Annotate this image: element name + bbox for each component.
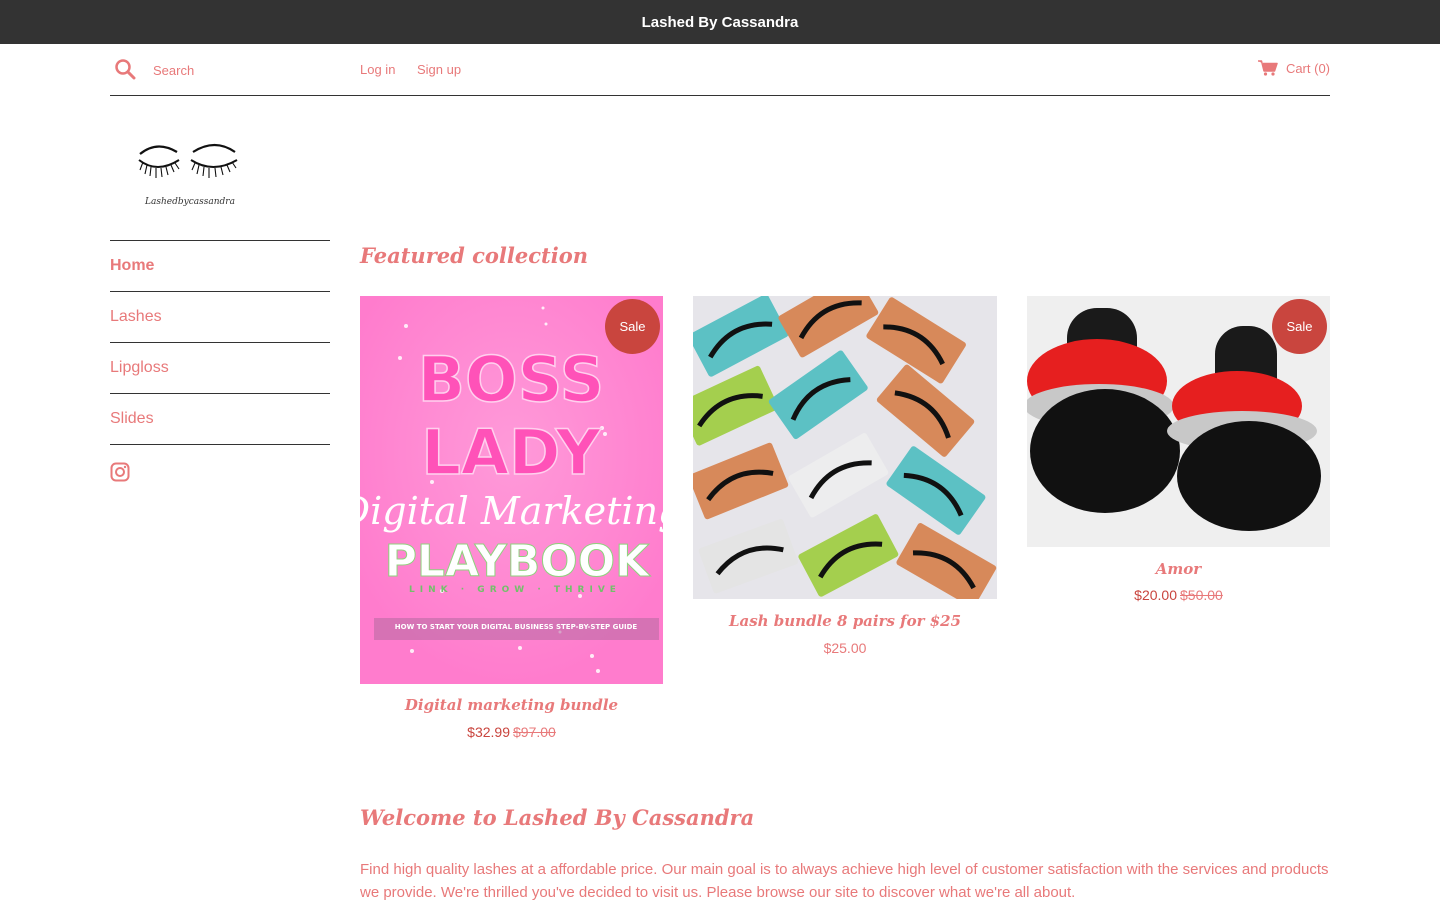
image-text-playbook: PLAYBOOK [385, 536, 651, 587]
sale-price: $32.99 [467, 724, 510, 740]
product-image[interactable]: BOSS LADY Digital Marketing PLAYBOOK LIN… [360, 296, 663, 684]
featured-collection-title: Featured collection [360, 243, 588, 268]
sale-badge: Sale [1272, 299, 1327, 354]
search-icon[interactable] [114, 58, 138, 82]
compare-price: $50.00 [1180, 587, 1223, 603]
sidebar-nav: Home Lashes Lipgloss Slides [110, 240, 330, 445]
sidebar-item-lipgloss[interactable]: Lipgloss [110, 343, 330, 394]
welcome-text: Find high quality lashes at a affordable… [360, 861, 1329, 900]
product-card[interactable]: BOSS LADY Digital Marketing PLAYBOOK LIN… [360, 296, 663, 746]
announcement-bar: Lashed By Cassandra [0, 0, 1440, 44]
image-text-boss: BOSS [418, 343, 604, 416]
product-name[interactable]: Amor [1027, 560, 1330, 578]
cart-label: Cart (0) [1285, 60, 1330, 76]
site-header: Log in Sign up Cart (0) [110, 44, 1330, 96]
image-text-tagline: LINK · GROW · THRIVE [409, 585, 621, 595]
search-input[interactable] [153, 59, 333, 81]
logo-text: Lashedbycassandra [144, 197, 235, 207]
product-card[interactable]: Sale Amor $20.00 $50.00 [1027, 296, 1330, 611]
product-image[interactable] [693, 296, 997, 599]
login-link[interactable]: Log in [360, 62, 395, 77]
announcement-text: Lashed By Cassandra [641, 13, 799, 31]
image-text-lady: LADY [421, 416, 601, 489]
cart-link[interactable]: Cart (0) [1257, 60, 1330, 76]
product-price: $20.00 $50.00 [1027, 587, 1330, 603]
product-name[interactable]: Digital marketing bundle [360, 696, 663, 714]
site-logo[interactable]: Lashedbycassandra [135, 130, 245, 212]
sidebar-item-slides[interactable]: Slides [110, 394, 330, 445]
image-text-footer: HOW TO START YOUR DIGITAL BUSINESS STEP-… [395, 623, 638, 631]
cart-icon [1257, 60, 1278, 76]
welcome-title: Welcome to Lashed By Cassandra [360, 805, 755, 830]
product-name[interactable]: Lash bundle 8 pairs for $25 [693, 612, 997, 630]
sidebar-item-lashes[interactable]: Lashes [110, 292, 330, 343]
sale-badge: Sale [605, 299, 660, 354]
product-card[interactable]: Lash bundle 8 pairs for $25 $25.00 [693, 296, 997, 661]
sidebar-item-home[interactable]: Home [110, 241, 330, 292]
sale-price: $20.00 [1134, 587, 1177, 603]
product-price: $25.00 [693, 640, 997, 656]
instagram-icon[interactable] [110, 462, 130, 482]
product-price: $32.99 $97.00 [360, 724, 663, 740]
image-text-script: Digital Marketing [360, 489, 663, 533]
signup-link[interactable]: Sign up [417, 62, 461, 77]
regular-price: $25.00 [823, 640, 867, 656]
compare-price: $97.00 [513, 724, 556, 740]
